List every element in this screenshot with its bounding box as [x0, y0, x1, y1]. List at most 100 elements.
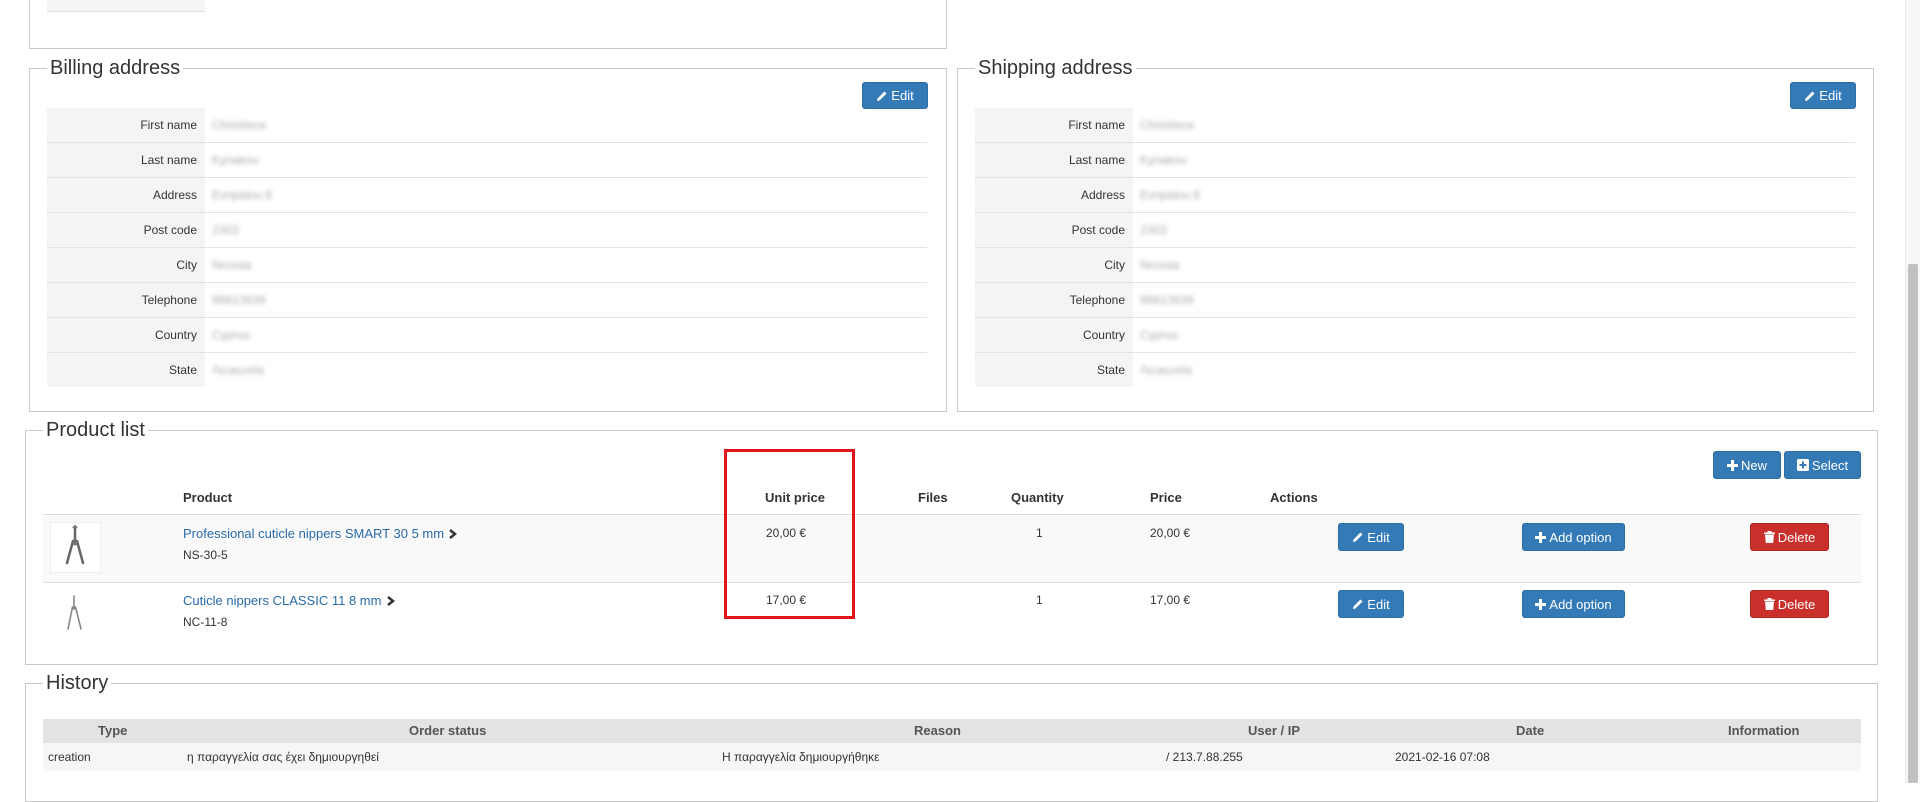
edit-product-button[interactable]: Edit [1338, 523, 1404, 551]
row-value: 99813939 [212, 293, 266, 307]
row-label: Post code [47, 213, 205, 247]
plus-icon [1535, 531, 1547, 543]
product-row: Cuticle nippers CLASSIC 11 8 mm NC-11-8 … [43, 583, 1861, 650]
row-label: First name [47, 108, 205, 142]
product-link[interactable]: Professional cuticle nippers SMART 30 5 … [183, 526, 458, 541]
address-row-city: City Nicosia [975, 248, 1855, 283]
history-order-status: η παραγγελία σας έχει δημιουργηθεί [187, 750, 379, 764]
row-label: Country [975, 318, 1133, 352]
product-row: Professional cuticle nippers SMART 30 5 … [43, 516, 1861, 583]
history-user-ip: / 213.7.88.255 [1166, 750, 1243, 764]
edit-label: Edit [1367, 529, 1390, 545]
shipping-edit-label: Edit [1819, 88, 1842, 103]
shipping-address-title: Shipping address [978, 57, 1133, 79]
delete-product-button[interactable]: Delete [1750, 590, 1829, 618]
delete-product-button[interactable]: Delete [1750, 523, 1829, 551]
column-header-information: Information [1728, 723, 1800, 738]
edit-product-button[interactable]: Edit [1338, 590, 1404, 618]
scrollbar-thumb[interactable] [1908, 264, 1918, 783]
add-option-label: Add option [1549, 596, 1612, 612]
product-list-title: Product list [46, 419, 145, 441]
row-value: Λευκωσία [1140, 363, 1193, 377]
address-row-city: City Nicosia [47, 248, 927, 283]
row-value: Christiana [1140, 118, 1195, 132]
add-option-button[interactable]: Add option [1522, 590, 1625, 618]
billing-address-panel: Billing address Edit First name Christian… [29, 57, 947, 412]
delete-label: Delete [1777, 529, 1816, 545]
vertical-scrollbar[interactable] [1905, 0, 1920, 783]
product-name[interactable]: Cuticle nippers CLASSIC 11 8 mm [183, 593, 381, 608]
plus-icon [1726, 459, 1738, 471]
row-label: Telephone [47, 283, 205, 317]
row-value: Kyriakou [212, 153, 259, 167]
billing-edit-button[interactable]: Edit [862, 82, 928, 109]
row-label: City [975, 248, 1133, 282]
column-header-user-ip: User / IP [1248, 723, 1301, 738]
row-value: 99813939 [1140, 293, 1194, 307]
row-value: Λευκωσία [212, 363, 265, 377]
new-product-button[interactable]: New [1713, 451, 1781, 479]
address-row-address: Address Evripidou 8 [47, 178, 927, 213]
row-label: State [47, 353, 205, 387]
shipping-address-panel: Shipping address Edit First name Christia… [957, 57, 1874, 412]
new-label: New [1740, 457, 1767, 473]
quantity: 1 [1036, 526, 1043, 540]
history-date: 2021-02-16 07:08 [1395, 750, 1490, 764]
add-option-button[interactable]: Add option [1522, 523, 1625, 551]
column-header-quantity: Quantity [1011, 490, 1064, 505]
pencil-icon [1353, 532, 1363, 542]
row-label: Post code [975, 213, 1133, 247]
select-label: Select [1811, 457, 1849, 473]
chevron-right-icon [449, 529, 458, 539]
add-option-label: Add option [1549, 529, 1612, 545]
address-row-state: State Λευκωσία [975, 353, 1855, 388]
column-header-product: Product [183, 490, 233, 505]
delete-label: Delete [1777, 596, 1816, 612]
row-value: Nicosia [1140, 258, 1180, 272]
shipping-address-table: First name Christiana Last name Kyriakou A… [975, 108, 1855, 388]
row-label: Last name [47, 143, 205, 177]
select-product-button[interactable]: Select [1784, 451, 1861, 479]
price: 20,00 € [1150, 526, 1191, 540]
history-row: creation η παραγγελία σας έχει δημιουργη… [43, 743, 1861, 771]
billing-address-title: Billing address [50, 57, 181, 79]
address-row-last-name: Last name Kyriakou [975, 143, 1855, 178]
product-table-header: Product Unit price Files Quantity Price … [43, 480, 1861, 515]
billing-address-table: First name Christiana Last name Kyriakou A… [47, 108, 927, 388]
column-header-price: Price [1150, 490, 1182, 505]
trash-icon [1763, 598, 1775, 610]
product-name[interactable]: Professional cuticle nippers SMART 30 5 … [183, 526, 444, 541]
row-value: Cyprus [212, 328, 251, 342]
product-link[interactable]: Cuticle nippers CLASSIC 11 8 mm [183, 593, 395, 608]
shipping-edit-button[interactable]: Edit [1790, 82, 1856, 109]
product-thumbnail [50, 589, 101, 640]
price: 17,00 € [1150, 593, 1191, 607]
unit-price: 17,00 € [766, 593, 807, 607]
address-row-last-name: Last name Kyriakou [47, 143, 927, 178]
history-table-header: Type Order status Reason User / IP Date … [43, 719, 1861, 743]
history-title: History [46, 672, 109, 694]
column-header-files: Files [918, 490, 948, 505]
pencil-icon [1805, 91, 1815, 101]
address-row-telephone: Telephone 99813939 [975, 283, 1855, 318]
history-type: creation [48, 750, 91, 764]
row-label: First name [975, 108, 1133, 142]
row-label: Last name [975, 143, 1133, 177]
table-cell [47, 0, 205, 12]
address-row-state: State Λευκωσία [47, 353, 927, 388]
column-header-date: Date [1516, 723, 1545, 738]
column-header-reason: Reason [914, 723, 961, 738]
history-reason: Η παραγγελία δημιουργήθηκε [722, 750, 880, 764]
column-header-type: Type [98, 723, 128, 738]
address-row-first-name: First name Christiana [975, 108, 1855, 143]
row-label: Address [47, 178, 205, 212]
cuticle-nippers-image [67, 595, 82, 630]
billing-edit-label: Edit [891, 88, 914, 103]
address-row-telephone: Telephone 99813939 [47, 283, 927, 318]
row-value: Kyriakou [1140, 153, 1187, 167]
column-header-actions: Actions [1270, 490, 1318, 505]
product-sku: NS-30-5 [183, 548, 228, 562]
address-row-first-name: First name Christiana [47, 108, 927, 143]
address-row-country: Country Cyprus [975, 318, 1855, 353]
row-value: Nicosia [212, 258, 252, 272]
